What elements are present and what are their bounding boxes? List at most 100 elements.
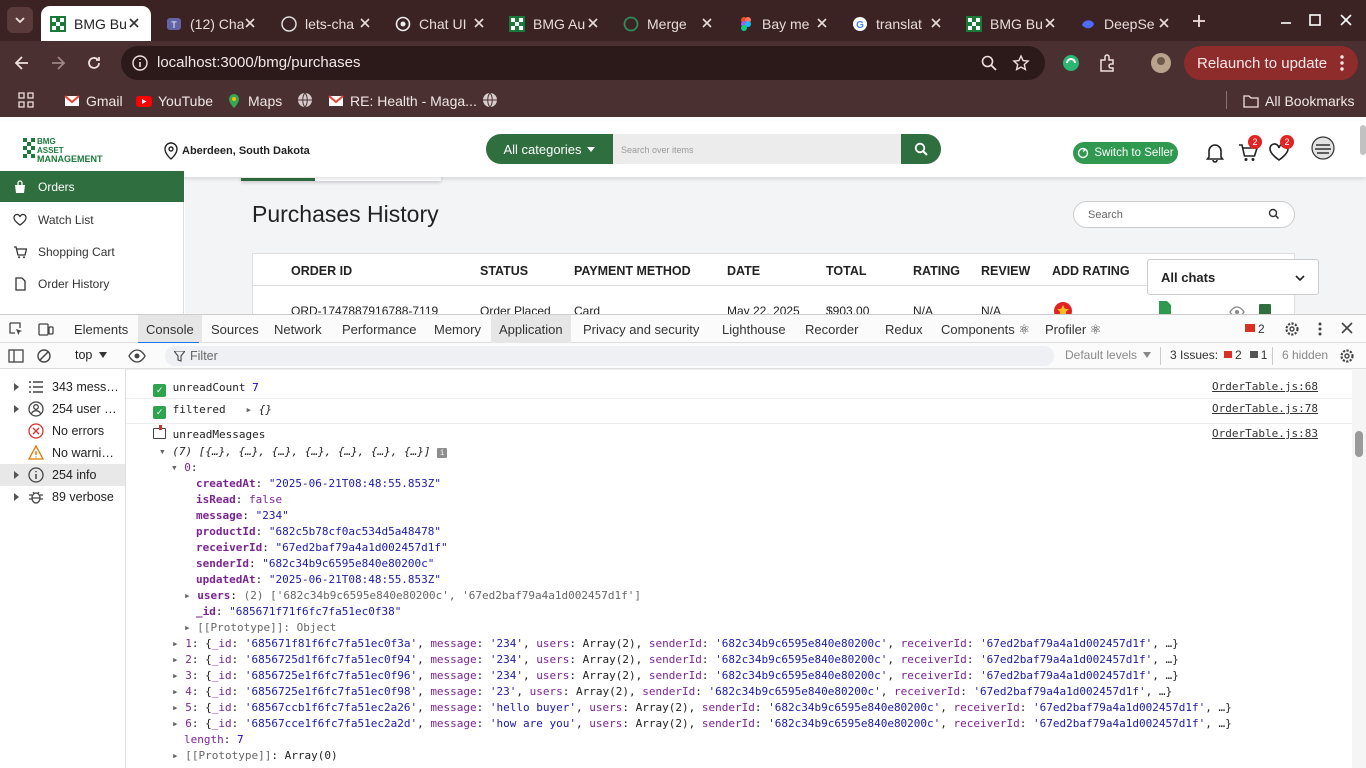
console-filter-input[interactable]: Filter xyxy=(165,346,1054,366)
all-chats-dropdown[interactable]: All chats xyxy=(1147,259,1319,295)
source-link[interactable]: OrderTable.js:68 xyxy=(1212,380,1318,393)
sidebar-info[interactable]: 254 info xyxy=(0,464,125,486)
error-counter[interactable]: 2 xyxy=(1244,322,1265,336)
array-item[interactable]: ▸ 1: {_id: '685671f81f6fc7fa51ec0f3a', m… xyxy=(172,636,1179,652)
sidebar-item-watch-list[interactable]: Watch List xyxy=(0,205,184,235)
minimize-icon[interactable] xyxy=(1275,9,1297,31)
all-categories-button[interactable]: All categories xyxy=(486,134,613,164)
location[interactable]: Aberdeen, South Dakota xyxy=(163,142,310,160)
close-icon[interactable] xyxy=(1043,16,1057,30)
console-settings-icon[interactable] xyxy=(1339,348,1355,364)
profile-avatar-icon[interactable] xyxy=(1150,52,1172,74)
devtools-tab-lighthouse[interactable]: Lighthouse xyxy=(714,315,794,344)
source-link[interactable]: OrderTable.js:78 xyxy=(1212,402,1318,415)
array-summary-row[interactable]: ▾ (7) [{…}, {…}, {…}, {…}, {…}, {…}, {…}… xyxy=(159,444,448,460)
array-item[interactable]: ▸ 5: {_id: '68567ccb1f6fc7fa51ec2a26', m… xyxy=(172,700,1232,716)
browser-tab[interactable]: DeepSe xyxy=(1071,6,1181,41)
globe-icon[interactable] xyxy=(482,92,498,108)
close-icon[interactable] xyxy=(127,16,141,30)
bmg-logo[interactable]: BMG ASSET MANAGEMENT xyxy=(22,134,118,164)
purchases-search-input[interactable]: Search xyxy=(1073,201,1295,228)
back-icon[interactable] xyxy=(12,53,32,73)
window-close-icon[interactable] xyxy=(1335,9,1357,31)
browser-tab[interactable]: lets-cha xyxy=(272,6,382,41)
devtools-tab-redux[interactable]: Redux xyxy=(877,315,931,344)
devtools-tab-application[interactable]: Application xyxy=(491,315,571,344)
tab-search-button[interactable] xyxy=(7,7,33,33)
close-icon[interactable] xyxy=(243,16,257,30)
devtools-tab-profiler[interactable]: Profiler ⚛ xyxy=(1037,315,1109,344)
site-info-icon[interactable] xyxy=(131,54,149,72)
more-options-icon[interactable] xyxy=(1316,321,1324,337)
close-icon[interactable] xyxy=(815,16,829,30)
relaunch-button[interactable]: Relaunch to update xyxy=(1184,46,1358,80)
add-rating-star-icon[interactable] xyxy=(1053,301,1073,314)
bookmark-gmail[interactable]: Gmail xyxy=(64,91,123,111)
browser-tab[interactable]: T (12) Cha xyxy=(157,6,267,41)
devtools-tab-performance[interactable]: Performance xyxy=(334,315,424,344)
context-selector[interactable]: top xyxy=(75,348,108,362)
devtools-tab-recorder[interactable]: Recorder xyxy=(797,315,866,344)
bookmark-health[interactable]: RE: Health - Maga... xyxy=(328,91,477,111)
expand-arrow-icon[interactable]: ▸ xyxy=(245,403,252,416)
new-tab-icon[interactable] xyxy=(1190,12,1208,30)
all-bookmarks[interactable]: All Bookmarks xyxy=(1243,91,1354,111)
device-toolbar-icon[interactable] xyxy=(38,321,54,337)
bookmark-youtube[interactable]: YouTube xyxy=(136,91,213,111)
array-item[interactable]: ▸ 3: {_id: '6856725e1f6fc7fa51ec0f96', m… xyxy=(172,668,1179,684)
browser-tab[interactable]: BMG Au xyxy=(500,6,610,41)
sidebar-messages[interactable]: 343 mess… xyxy=(0,376,125,398)
log-value[interactable]: {} xyxy=(259,403,272,416)
sidebar-errors[interactable]: No errors xyxy=(0,420,125,442)
inspect-element-icon[interactable] xyxy=(8,321,24,337)
array-item[interactable]: ▸ 2: {_id: '6856725d1f6fc7fa51ec0f94', m… xyxy=(172,652,1179,668)
array-item[interactable]: ▸ 4: {_id: '6856725e1f6fc7fa51ec0f98', m… xyxy=(172,684,1172,700)
globe-icon[interactable] xyxy=(297,92,313,108)
prop-prototype[interactable]: ▸ [[Prototype]]: Object xyxy=(184,620,336,636)
reload-icon[interactable] xyxy=(84,53,104,73)
array-item[interactable]: ▸ 6: {_id: '68567cce1f6fc7fa51ec2a2d', m… xyxy=(172,716,1232,732)
console-scrollbar-thumb[interactable] xyxy=(1355,431,1363,457)
array-prototype[interactable]: ▸ [[Prototype]]: Array(0) xyxy=(172,748,338,764)
devtools-tab-network[interactable]: Network xyxy=(266,315,330,344)
message-icon[interactable] xyxy=(1258,303,1272,314)
invoice-icon[interactable] xyxy=(1158,300,1172,314)
sidebar-warnings[interactable]: No warni… xyxy=(0,442,125,464)
devtools-tab-sources[interactable]: Sources xyxy=(203,315,267,344)
close-icon[interactable] xyxy=(358,16,372,30)
search-button[interactable] xyxy=(901,134,941,164)
apps-grid-icon[interactable] xyxy=(18,92,34,108)
close-devtools-icon[interactable] xyxy=(1340,321,1354,335)
switch-to-seller-button[interactable]: Switch to Seller xyxy=(1073,142,1178,164)
sidebar-user-messages[interactable]: 254 user … xyxy=(0,398,125,420)
devtools-tab-console[interactable]: Console xyxy=(138,315,202,344)
user-avatar[interactable] xyxy=(1311,136,1335,160)
bell-icon[interactable] xyxy=(1204,141,1226,163)
browser-tab[interactable]: Merge xyxy=(614,6,724,41)
live-expression-eye-icon[interactable] xyxy=(128,349,146,363)
bookmark-star-icon[interactable] xyxy=(1012,54,1030,72)
console-scrollbar-track[interactable] xyxy=(1352,369,1366,768)
forward-icon[interactable] xyxy=(48,53,68,73)
page-scrollbar[interactable] xyxy=(1360,125,1366,155)
extensions-puzzle-icon[interactable] xyxy=(1097,53,1117,73)
browser-tab[interactable]: BMG Bu xyxy=(41,6,151,41)
sidebar-item-orders[interactable]: Orders xyxy=(0,171,184,202)
prop-users[interactable]: ▸ users: (2) ['682c34b9c6595e840e80200c'… xyxy=(184,588,641,604)
sidebar-verbose[interactable]: 89 verbose xyxy=(0,486,125,508)
close-icon[interactable] xyxy=(1157,16,1171,30)
close-icon[interactable] xyxy=(929,16,943,30)
browser-tab[interactable]: G translat xyxy=(843,6,953,41)
devtools-tab-privacy[interactable]: Privacy and security xyxy=(575,315,707,344)
sidebar-item-shopping-cart[interactable]: Shopping Cart xyxy=(0,237,184,267)
close-icon[interactable] xyxy=(586,16,600,30)
bookmark-maps[interactable]: Maps xyxy=(226,91,282,111)
devtools-tab-elements[interactable]: Elements xyxy=(66,315,136,344)
log-levels-dropdown[interactable]: Default levels xyxy=(1065,348,1152,362)
product-search-input[interactable]: Search over items xyxy=(613,134,901,164)
source-link[interactable]: OrderTable.js:83 xyxy=(1212,427,1318,440)
browser-tab[interactable]: Chat UI xyxy=(386,6,496,41)
settings-gear-icon[interactable] xyxy=(1284,321,1300,337)
issues-counter[interactable]: 3 Issues: 2 1 xyxy=(1170,348,1267,362)
clear-console-icon[interactable] xyxy=(36,348,52,364)
